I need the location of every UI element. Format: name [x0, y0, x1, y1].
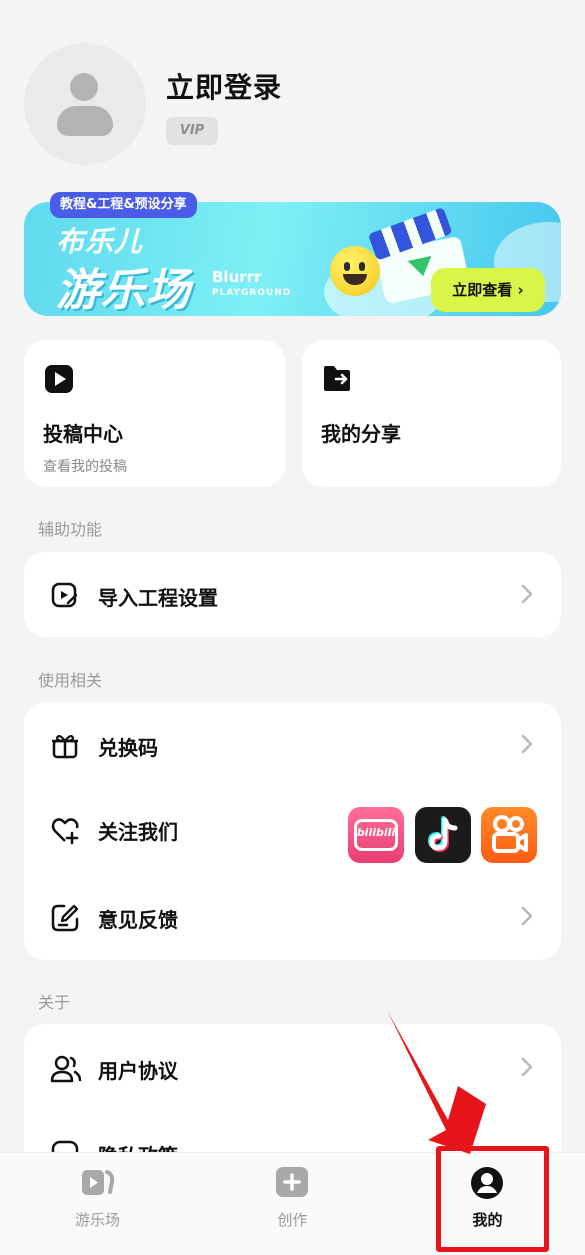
create-plus-icon — [275, 1166, 309, 1202]
feedback-row[interactable]: 意见反馈 — [24, 882, 561, 952]
row-label: 导入工程设置 — [98, 586, 218, 610]
avatar[interactable] — [24, 43, 146, 165]
feedback-edit-icon — [50, 903, 80, 933]
avatar-body-shape — [57, 106, 113, 136]
avatar-head-shape — [70, 73, 98, 101]
banner-brand-en: Blurrr — [212, 268, 262, 286]
bilibili-icon[interactable]: bilibili — [348, 807, 404, 863]
tab-playground[interactable]: 游乐场 — [0, 1153, 195, 1255]
row-label: 兑换码 — [98, 736, 158, 760]
tiktok-icon[interactable] — [415, 807, 471, 863]
banner-brand-main: 游乐场 — [56, 265, 191, 316]
play-square-icon — [44, 364, 74, 398]
heart-plus-icon — [50, 815, 80, 845]
banner-view-now-button[interactable]: 立即查看 › — [431, 268, 545, 312]
section-label-assist: 辅助功能 — [38, 520, 103, 539]
gift-icon — [50, 731, 80, 761]
assist-panel: 导入工程设置 — [24, 552, 561, 637]
playground-icon — [80, 1166, 116, 1202]
card-subtitle: 查看我的投稿 — [43, 459, 127, 475]
chevron-right-icon — [521, 1057, 533, 1081]
kuaishou-icon[interactable] — [481, 807, 537, 863]
row-label: 关注我们 — [98, 820, 178, 844]
redeem-code-row[interactable]: 兑换码 — [24, 710, 561, 780]
row-label: 意见反馈 — [98, 908, 178, 932]
login-button[interactable]: 立即登录 — [166, 66, 282, 106]
folder-share-icon — [322, 364, 354, 398]
tab-label: 游乐场 — [74, 1211, 120, 1229]
chevron-right-icon — [521, 906, 533, 930]
vip-badge[interactable]: VIP — [166, 117, 218, 145]
my-share-card[interactable]: 我的分享 — [302, 340, 561, 487]
tab-label: 创作 — [277, 1211, 308, 1229]
row-label: 用户协议 — [98, 1059, 178, 1083]
follow-us-row: 关注我们 bilibili — [24, 794, 561, 874]
submission-center-card[interactable]: 投稿中心 查看我的投稿 — [24, 340, 285, 487]
section-label-about: 关于 — [38, 993, 71, 1012]
bilibili-logo-text: bilibili — [356, 826, 396, 839]
card-title: 我的分享 — [321, 422, 401, 446]
tab-create[interactable]: 创作 — [195, 1153, 390, 1255]
chevron-right-icon — [521, 734, 533, 758]
banner-tag: 教程&工程&预设分享 — [50, 192, 197, 218]
red-arrow-annotation — [388, 1012, 486, 1154]
section-label-usage: 使用相关 — [38, 671, 103, 690]
playground-banner[interactable]: 布乐儿 游乐场 Blurrr PLAYGROUND 立即查看 › — [24, 202, 561, 316]
users-icon — [50, 1054, 82, 1084]
banner-brand-en-sub: PLAYGROUND — [212, 288, 292, 298]
import-project-icon — [50, 581, 80, 611]
chevron-right-icon — [521, 584, 533, 608]
card-title: 投稿中心 — [43, 422, 123, 446]
smiley-icon — [330, 246, 380, 296]
import-project-settings-row[interactable]: 导入工程设置 — [24, 560, 561, 630]
highlight-box-annotation — [436, 1146, 549, 1252]
usage-panel: 兑换码 关注我们 bilibili 意见反馈 — [24, 702, 561, 960]
